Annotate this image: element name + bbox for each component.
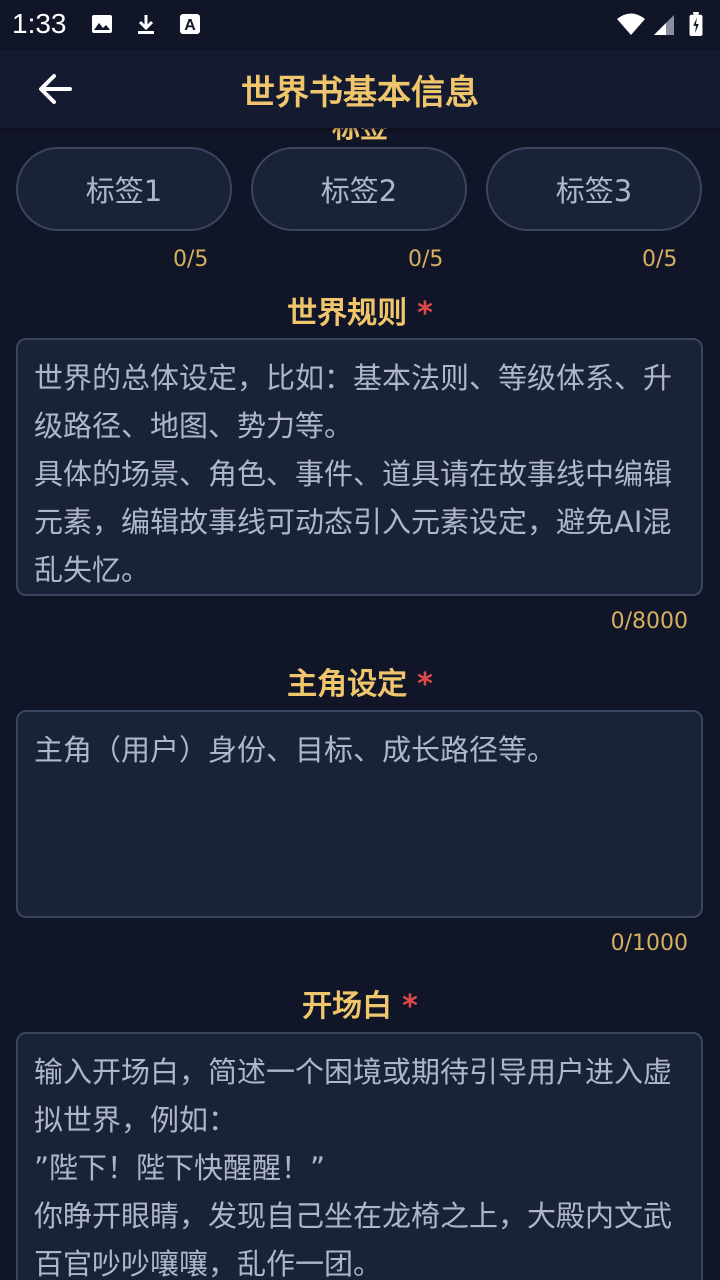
page-title: 世界书基本信息 (241, 73, 479, 113)
opening-heading: 开场白 * (0, 981, 720, 1025)
tag-counter-1: 0/5 (173, 247, 209, 272)
form-content[interactable]: 标签 标签1 标签2 标签3 0/5 0/5 0/5 世界规则 * 世界的总体设定… (0, 128, 720, 1280)
world-rules-counter: 0/8000 (610, 609, 688, 634)
opening-textarea[interactable]: 输入开场白，简述一个困境或期待引导用户进入虚拟世界，例如： ”陛下！陛下快醒醒！… (16, 1032, 703, 1280)
a-icon: A (180, 14, 200, 34)
status-time: 1:33 (12, 8, 67, 39)
tag-counter-2: 0/5 (408, 247, 444, 272)
required-mark: * (417, 296, 433, 331)
download-icon (138, 15, 154, 34)
app-bar: 世界书基本信息 (0, 50, 720, 128)
tag-input-2[interactable]: 标签2 (251, 147, 467, 231)
protagonist-counter: 0/1000 (610, 931, 688, 956)
tag-input-3[interactable]: 标签3 (486, 147, 702, 231)
required-mark: * (402, 989, 418, 1024)
world-rules-textarea[interactable]: 世界的总体设定，比如：基本法则、等级体系、升级路径、地图、势力等。 具体的场景、… (16, 338, 703, 596)
tags-heading: 标签 (0, 128, 720, 146)
wifi-icon (617, 13, 645, 35)
signal-icon (654, 15, 674, 35)
tag-counter-3: 0/5 (642, 247, 678, 272)
svg-text:A: A (184, 17, 196, 34)
image-icon (92, 15, 112, 33)
protagonist-label: 主角设定 (287, 667, 408, 702)
status-bar: 1:33 A (0, 0, 720, 50)
required-mark: * (417, 667, 433, 702)
world-rules-label: 世界规则 (287, 296, 408, 331)
protagonist-heading: 主角设定 * (0, 659, 720, 703)
protagonist-textarea[interactable]: 主角（用户）身份、目标、成长路径等。 (16, 710, 703, 918)
tag-input-1[interactable]: 标签1 (16, 147, 232, 231)
world-rules-heading: 世界规则 * (0, 288, 720, 332)
battery-icon (689, 12, 703, 36)
opening-label: 开场白 (302, 989, 393, 1024)
